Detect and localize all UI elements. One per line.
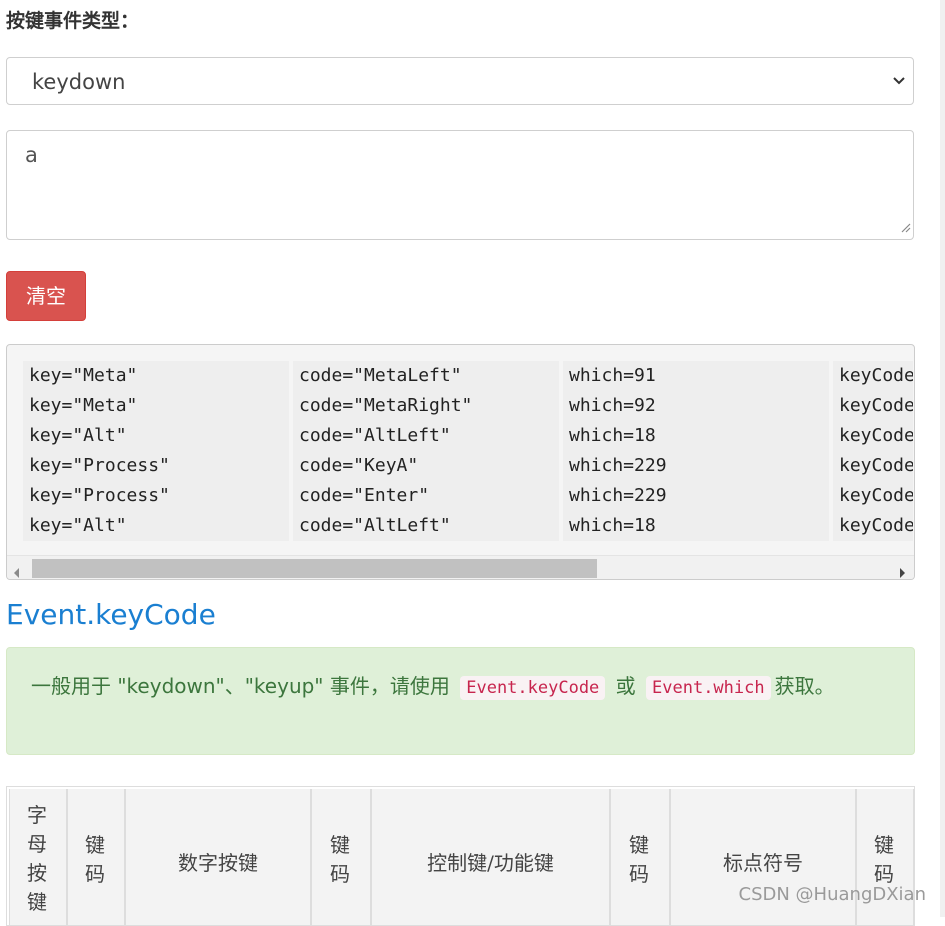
log-keycode: keyCode: [833, 481, 913, 511]
section-title: Event.keyCode: [6, 598, 216, 631]
event-type-selected-value: keydown: [32, 70, 126, 94]
header-label: 键码: [874, 833, 894, 886]
log-keycode: keyCode: [833, 511, 913, 541]
log-key: key="Meta": [23, 361, 289, 391]
page: 按键事件类型： keydown a 清空 key="Meta" code="Me…: [0, 0, 940, 926]
log-keycode: keyCode: [833, 451, 913, 481]
key-input-value: a: [25, 143, 38, 167]
log-key: key="Alt": [23, 421, 289, 451]
alert-text-suffix: 获取。: [774, 674, 835, 698]
log-which: which=92: [563, 391, 829, 421]
log-key: key="Process": [23, 481, 289, 511]
header-label: 键码: [629, 833, 649, 886]
table-header-punctuation: 标点符号: [670, 789, 856, 925]
log-code: code="Enter": [293, 481, 559, 511]
log-key: key="Meta": [23, 391, 289, 421]
log-keycode: keyCode: [833, 391, 913, 421]
log-row: key="Process" code="KeyA" which=229 keyC…: [23, 451, 913, 481]
event-type-label: 按键事件类型：: [6, 10, 140, 32]
scroll-left-arrow-icon[interactable]: [13, 563, 21, 579]
resize-grip-icon[interactable]: [899, 218, 911, 237]
event-log-panel: key="Meta" code="MetaLeft" which=91 keyC…: [6, 344, 915, 580]
log-code: code="MetaLeft": [293, 361, 559, 391]
table-header-keycode: 键码: [311, 789, 371, 925]
alert-text-mid: 或: [615, 674, 636, 698]
info-alert: 一般用于 "keydown"、"keyup" 事件，请使用 Event.keyC…: [6, 647, 915, 755]
log-row: key="Meta" code="MetaRight" which=92 key…: [23, 391, 913, 421]
header-label: 键码: [85, 833, 105, 886]
code-keycode: Event.keyCode: [460, 676, 606, 700]
table-header-keycode: 键码: [67, 789, 125, 925]
log-key: key="Alt": [23, 511, 289, 541]
log-which: which=229: [563, 481, 829, 511]
watermark: CSDN @HuangDXian: [738, 884, 926, 905]
log-which: which=91: [563, 361, 829, 391]
log-code: code="AltLeft": [293, 511, 559, 541]
header-label: 键码: [330, 833, 350, 886]
log-code: code="MetaRight": [293, 391, 559, 421]
code-which: Event.which: [646, 676, 771, 700]
log-keycode: keyCode: [833, 421, 913, 451]
log-row: key="Alt" code="AltLeft" which=18 keyCod…: [23, 511, 913, 541]
table-header-control-keys: 控制键/功能键: [371, 789, 610, 925]
horizontal-scrollbar[interactable]: [7, 555, 914, 579]
key-input-textarea[interactable]: a: [6, 130, 914, 240]
table-header-keycode: 键码: [856, 789, 914, 925]
scrollbar-thumb[interactable]: [32, 559, 597, 578]
table-header-number-keys: 数字按键: [125, 789, 311, 925]
log-code: code="AltLeft": [293, 421, 559, 451]
table-header-letter-keys: 字母按键: [9, 789, 67, 925]
event-type-select[interactable]: keydown: [6, 57, 914, 105]
header-label: 字母按键: [27, 803, 47, 914]
event-log-list: key="Meta" code="MetaLeft" which=91 keyC…: [23, 361, 913, 541]
vertical-scrollbar[interactable]: [940, 0, 945, 917]
keycode-table: 字母按键 键码 数字按键 键码 控制键/功能键 键码 标点符号 键码: [6, 786, 915, 926]
log-which: which=229: [563, 451, 829, 481]
log-code: code="KeyA": [293, 451, 559, 481]
log-row: key="Process" code="Enter" which=229 key…: [23, 481, 913, 511]
log-key: key="Process": [23, 451, 289, 481]
scroll-right-arrow-icon[interactable]: [898, 563, 906, 579]
log-which: which=18: [563, 511, 829, 541]
log-which: which=18: [563, 421, 829, 451]
alert-text-prefix: 一般用于 "keydown"、"keyup" 事件，请使用: [31, 674, 450, 698]
clear-button[interactable]: 清空: [6, 271, 86, 321]
table-header-keycode: 键码: [610, 789, 670, 925]
log-row: key="Meta" code="MetaLeft" which=91 keyC…: [23, 361, 913, 391]
log-keycode: keyCode: [833, 361, 913, 391]
log-row: key="Alt" code="AltLeft" which=18 keyCod…: [23, 421, 913, 451]
chevron-down-icon: [891, 73, 907, 93]
